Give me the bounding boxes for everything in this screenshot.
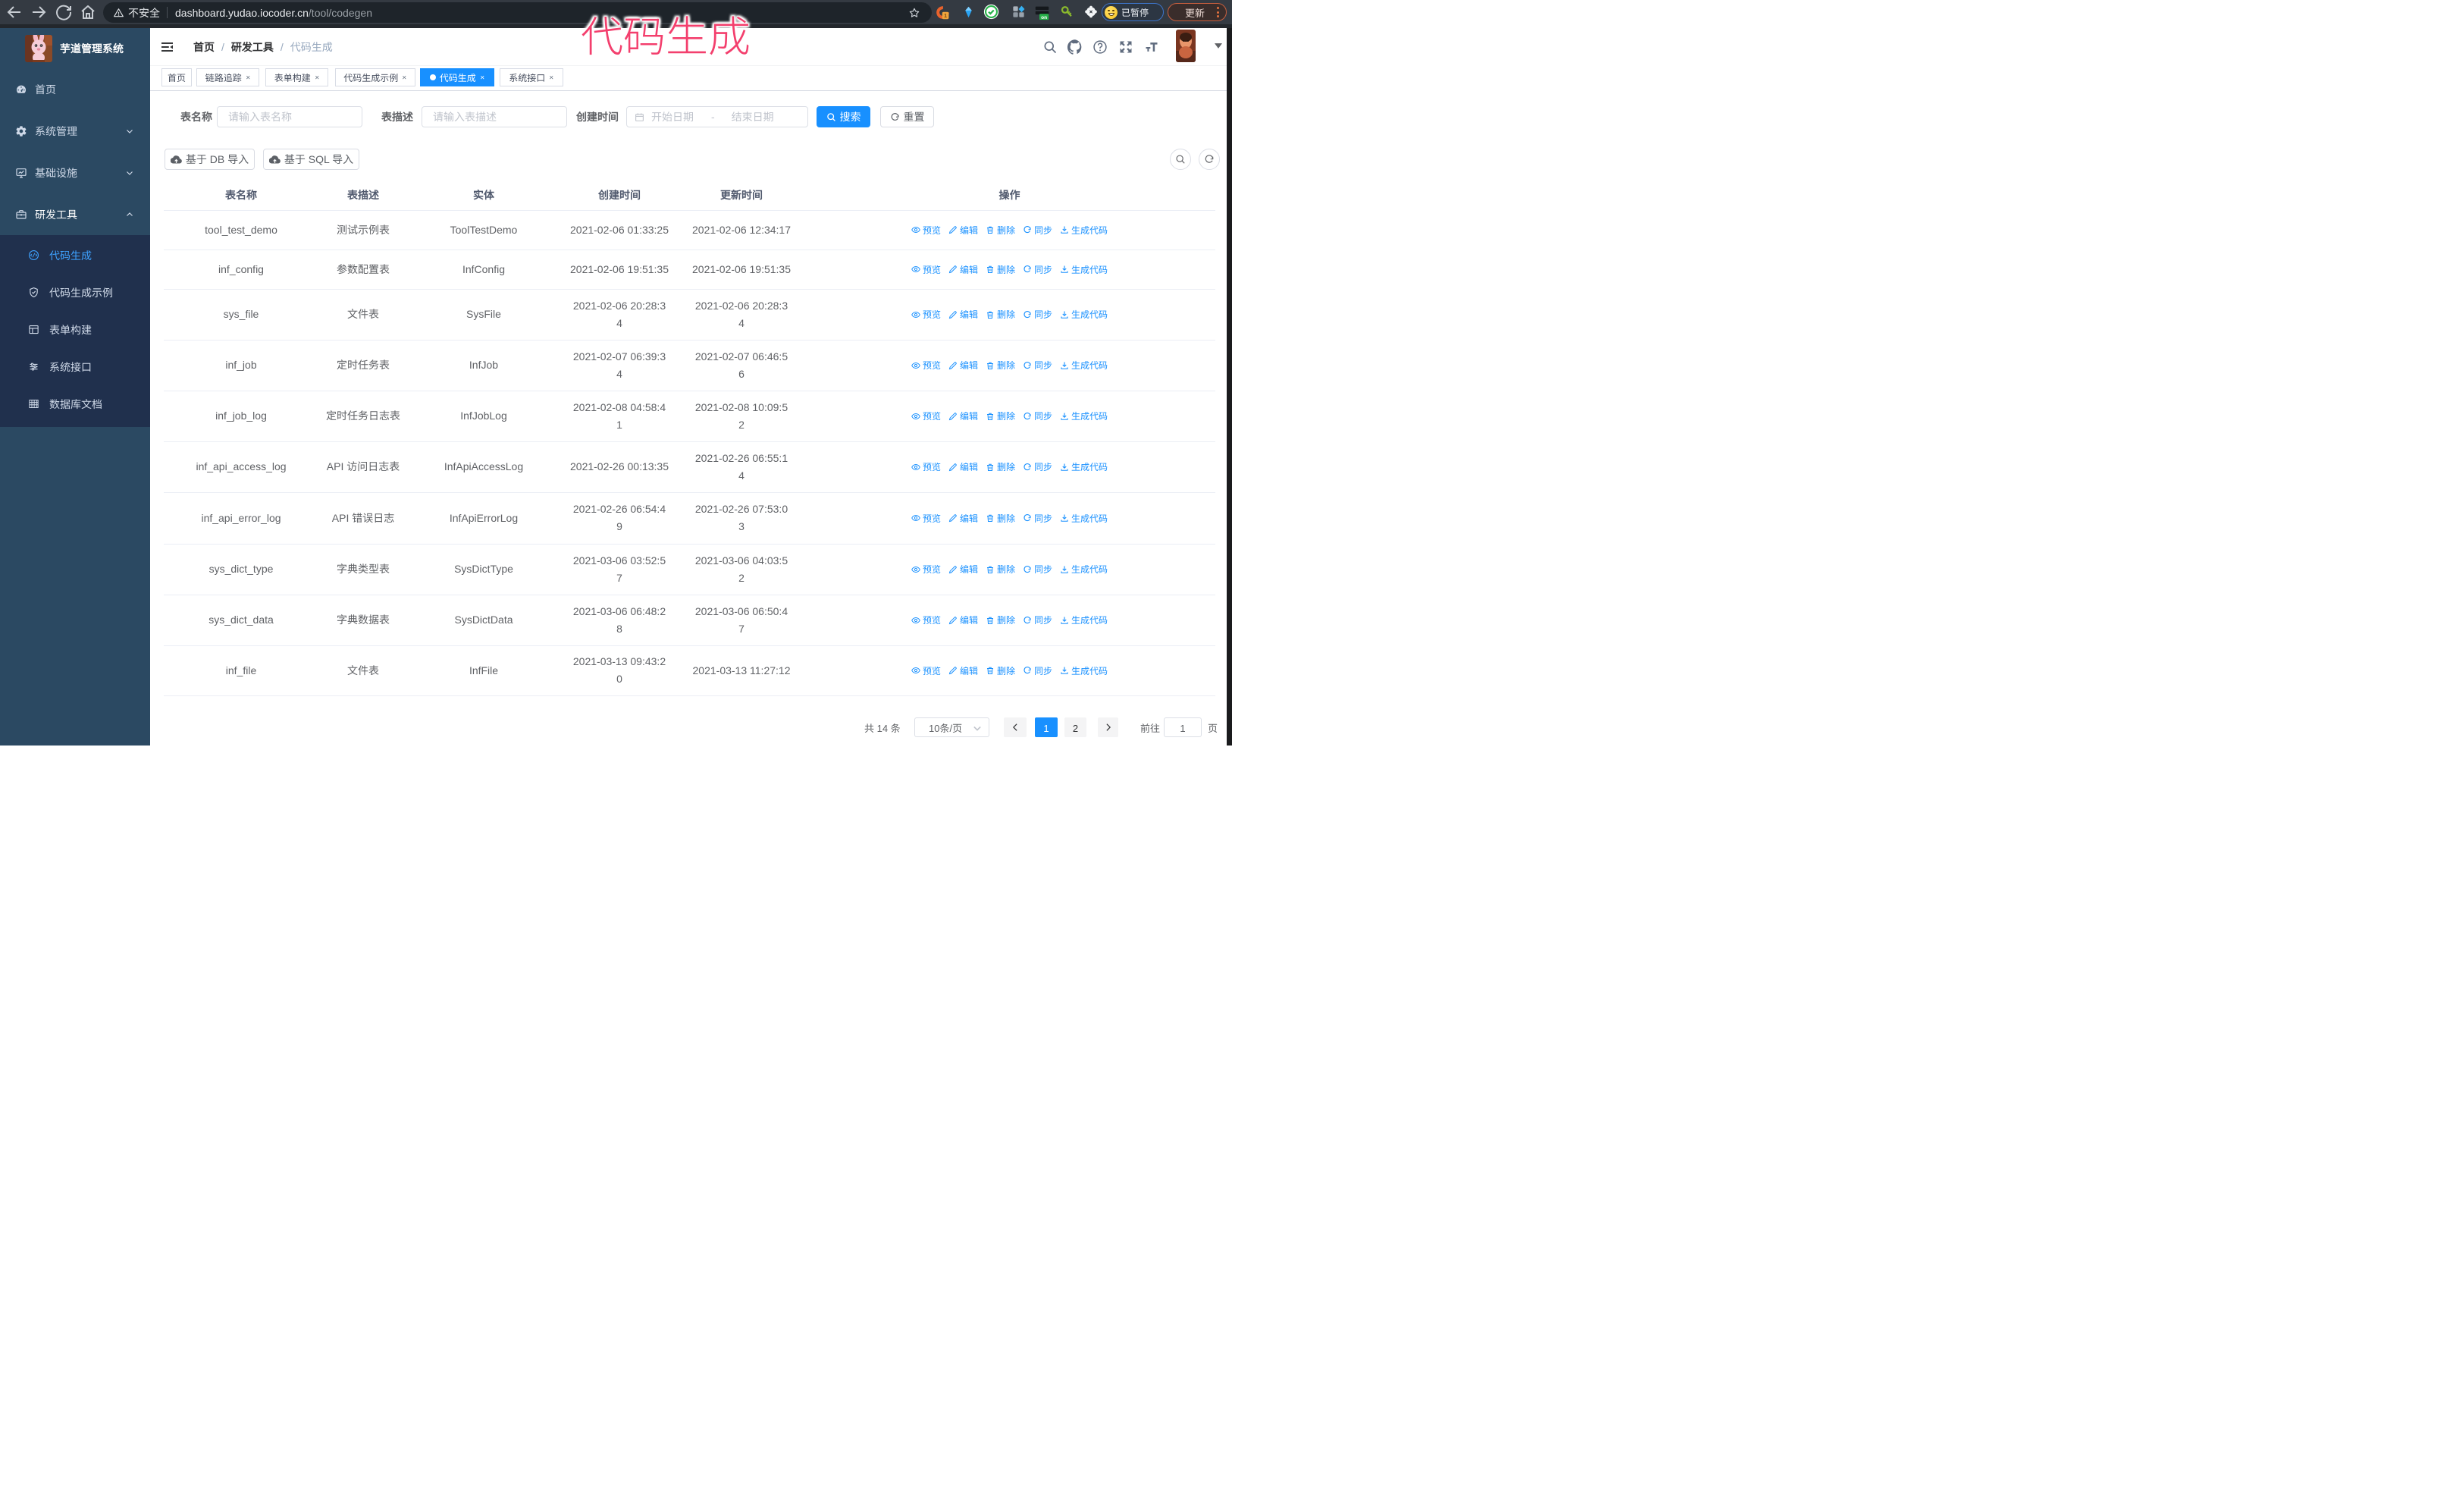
svg-text:on: on	[1041, 13, 1047, 20]
svg-text:1: 1	[944, 12, 947, 20]
